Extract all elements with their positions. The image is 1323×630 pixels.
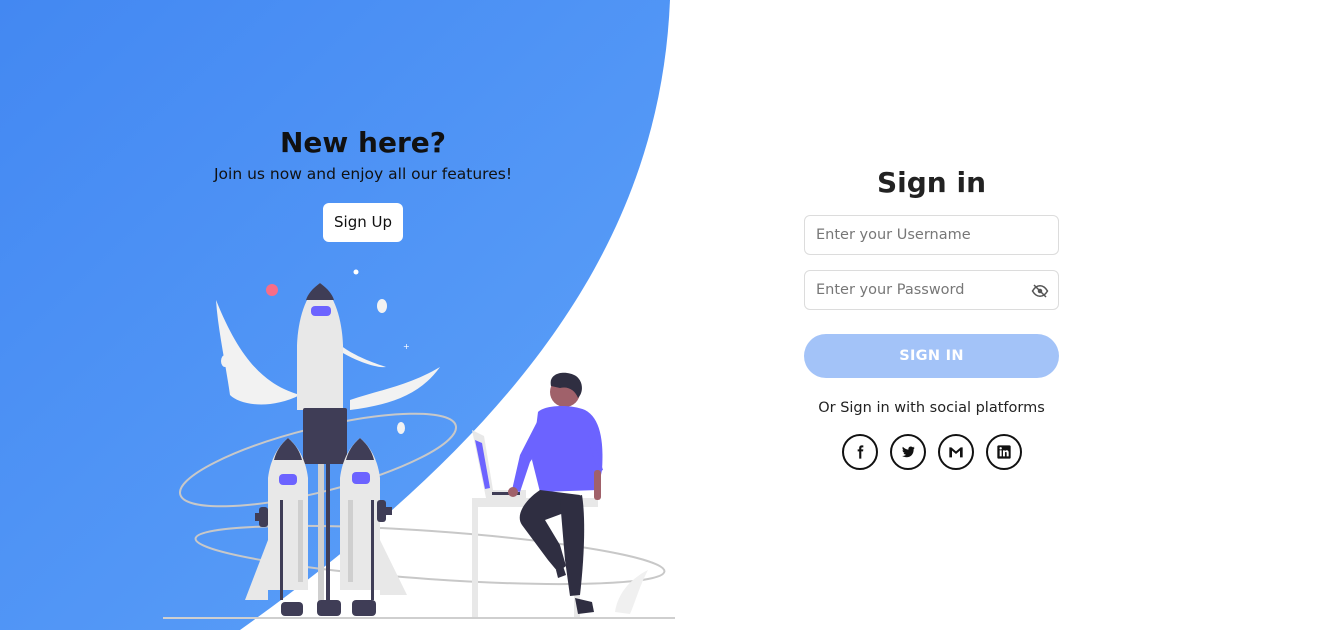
facebook-button[interactable] xyxy=(841,434,878,470)
social-icons-row xyxy=(804,434,1059,470)
linkedin-icon xyxy=(996,445,1011,459)
gmail-button[interactable] xyxy=(937,434,974,470)
username-input[interactable] xyxy=(805,216,1058,254)
facebook-icon xyxy=(857,445,863,459)
sign-in-button[interactable]: SIGN IN xyxy=(804,334,1059,378)
gmail-icon xyxy=(948,447,963,458)
linkedin-button[interactable] xyxy=(985,434,1022,470)
sign-up-button[interactable]: Sign Up xyxy=(323,203,403,242)
page: New here? Join us now and enjoy all our … xyxy=(0,0,1323,630)
sign-in-heading: Sign in xyxy=(876,166,987,199)
rocket-launch-illustration: + xyxy=(163,269,675,619)
svg-text:+: + xyxy=(403,342,410,351)
eye-slash-icon[interactable] xyxy=(1031,282,1049,300)
signup-subtitle: Join us now and enjoy all our features! xyxy=(213,165,513,183)
password-input[interactable] xyxy=(805,271,1058,309)
new-here-heading: New here? xyxy=(279,126,446,159)
password-field xyxy=(804,270,1059,310)
left-panel: New here? Join us now and enjoy all our … xyxy=(163,122,563,242)
sign-in-form: Sign in SIGN IN Or Sign in with social p… xyxy=(804,162,1059,470)
username-field xyxy=(804,215,1059,255)
social-platforms-text: Or Sign in with social platforms xyxy=(818,400,1045,416)
twitter-button[interactable] xyxy=(889,434,926,470)
twitter-icon xyxy=(901,446,915,458)
